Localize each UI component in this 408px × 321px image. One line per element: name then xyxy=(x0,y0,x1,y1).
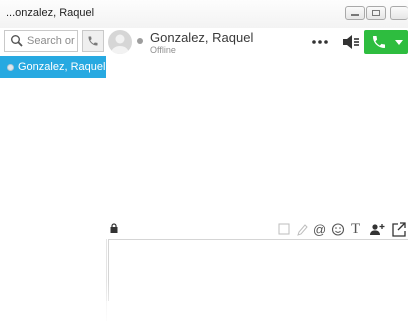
phone-icon xyxy=(373,36,385,48)
speaker-mute-icon[interactable] xyxy=(342,34,360,50)
title-bar: ...onzalez, Raquel xyxy=(0,0,408,29)
contact-status: Offline xyxy=(150,45,176,55)
square-icon[interactable] xyxy=(278,222,290,237)
mention-icon[interactable]: @ xyxy=(313,222,326,237)
window-title: ...onzalez, Raquel xyxy=(6,7,95,19)
text-format-icon[interactable]: T xyxy=(351,222,360,237)
search-placeholder: Search or c xyxy=(27,35,77,47)
popout-icon[interactable] xyxy=(392,222,406,237)
contacts-sidebar: Search or c Gonzalez, Raquel xyxy=(0,28,107,321)
maximize-button[interactable] xyxy=(366,6,386,20)
chevron-down-icon[interactable] xyxy=(395,40,403,45)
maximize-icon xyxy=(372,10,380,16)
offline-status-icon xyxy=(137,38,143,44)
contact-title: Gonzalez, Raquel xyxy=(150,30,254,45)
lock-icon xyxy=(110,223,118,233)
minimize-icon xyxy=(351,14,359,16)
close-button[interactable] xyxy=(390,6,408,20)
pencil-icon[interactable] xyxy=(296,222,308,237)
compose-toolbar: @ T xyxy=(106,220,408,239)
phone-icon xyxy=(88,36,98,46)
search-input[interactable]: Search or c xyxy=(4,30,78,52)
contact-list-name: Gonzalez, Raquel xyxy=(18,61,106,73)
dial-pad-button[interactable] xyxy=(82,30,104,52)
conversation-history xyxy=(106,56,408,220)
call-button[interactable] xyxy=(364,30,408,54)
contact-list-item[interactable]: Gonzalez, Raquel xyxy=(0,56,106,78)
more-options-icon[interactable] xyxy=(311,37,329,47)
avatar[interactable] xyxy=(108,30,132,54)
add-person-icon[interactable] xyxy=(369,222,385,237)
presence-icon xyxy=(7,64,14,71)
person-icon xyxy=(111,34,129,54)
search-icon xyxy=(11,35,23,47)
smiley-icon[interactable] xyxy=(331,222,345,237)
bottom-toolbar-reflection xyxy=(106,301,408,321)
search-bar: Search or c xyxy=(4,30,104,52)
minimize-button[interactable] xyxy=(345,6,365,20)
message-input[interactable] xyxy=(108,239,408,301)
conversation-header: Gonzalez, Raquel Offline xyxy=(106,28,408,57)
